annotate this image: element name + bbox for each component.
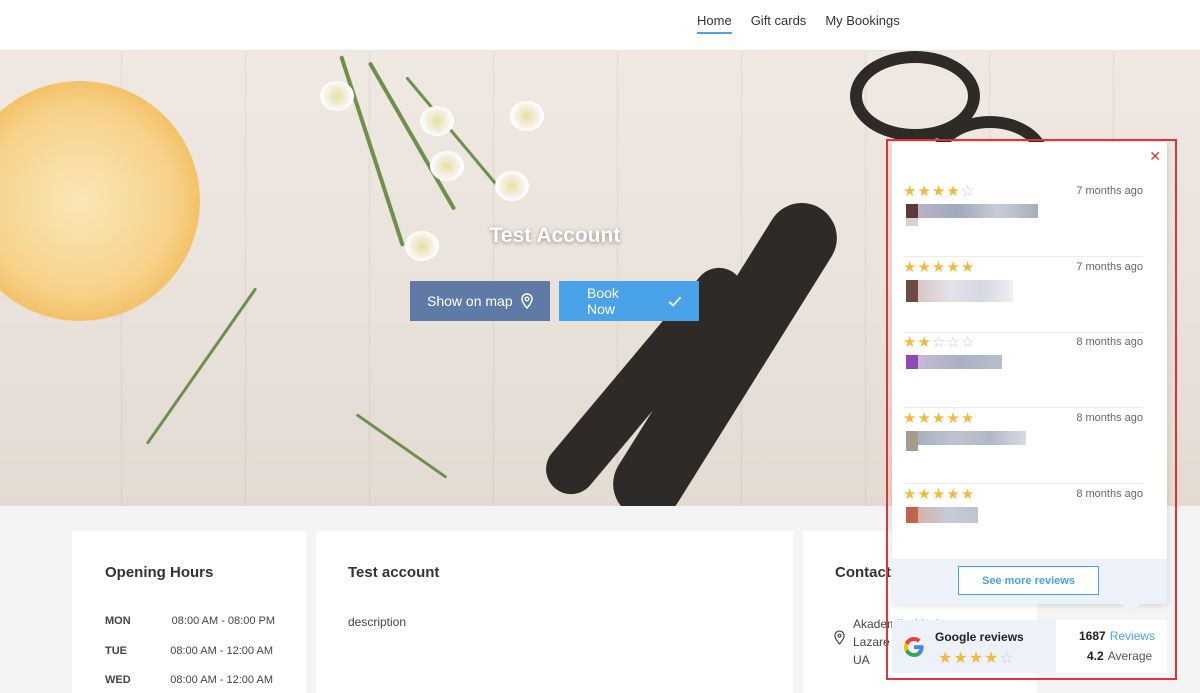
hours-day: WED [105,674,131,686]
flower-stem [339,55,405,247]
about-description: description [348,615,407,629]
lemon-image [0,81,200,321]
check-icon [668,296,682,307]
book-now-label: Book Now [587,285,619,317]
main-nav: Home Gift cards My Bookings [697,13,900,34]
about-title: Test account [348,564,440,581]
flower [510,101,544,131]
show-on-map-button[interactable]: Show on map [410,281,550,321]
nav-gift-cards[interactable]: Gift cards [751,13,807,34]
flower [430,151,464,181]
highlight-frame [886,139,1177,680]
flower [420,106,454,136]
opening-hours-card: Opening Hours MON 08:00 AM - 08:00 PM TU… [72,531,306,693]
nav-home[interactable]: Home [697,13,732,34]
flower [495,171,529,201]
top-navigation-bar: Home Gift cards My Bookings [0,0,1200,51]
hours-time: 08:00 AM - 12:00 AM [170,645,273,657]
contact-title: Contact [835,564,891,581]
nav-my-bookings[interactable]: My Bookings [825,13,899,34]
hours-row: TUE 08:00 AM - 12:00 AM [105,645,273,657]
flower [320,81,354,111]
about-card: Test account description [316,531,793,693]
hours-row: WED 08:00 AM - 12:00 AM [105,674,273,686]
hours-row: MON 08:00 AM - 08:00 PM [105,615,275,627]
opening-hours-title: Opening Hours [105,564,214,581]
hours-day: MON [105,615,131,627]
herb-stem [145,287,258,445]
map-pin-icon [520,293,533,309]
location-icon [834,630,845,645]
hours-time: 08:00 AM - 08:00 PM [171,615,275,627]
hours-time: 08:00 AM - 12:00 AM [170,674,273,686]
book-now-button[interactable]: Book Now [559,281,699,321]
show-on-map-label: Show on map [427,293,513,309]
herb-stem [355,413,448,479]
hours-day: TUE [105,645,127,657]
